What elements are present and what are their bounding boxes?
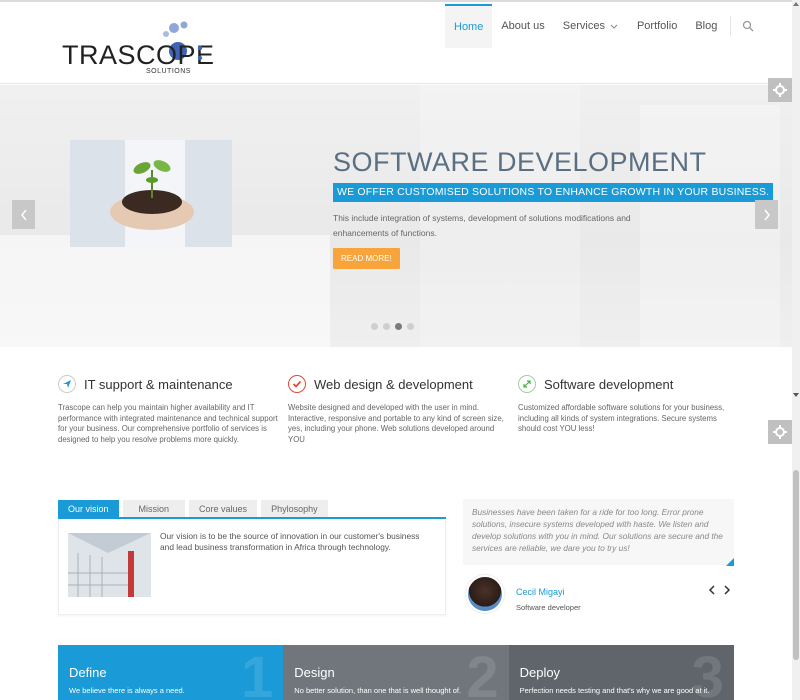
gear-icon: [773, 425, 787, 439]
chevron-right-icon: [724, 585, 731, 595]
nav-divider: [730, 16, 732, 36]
process-steps: 1 Define We believe there is always a ne…: [58, 645, 734, 700]
plant-hands-image: [70, 140, 232, 247]
logo-subtitle: SOLUTIONS: [146, 68, 191, 75]
slider-prev-button[interactable]: [12, 200, 35, 229]
nav-services[interactable]: Services: [554, 4, 628, 48]
settings-gear-button[interactable]: [768, 78, 792, 102]
tab-mission[interactable]: Mission: [122, 500, 186, 517]
nav-about-us[interactable]: About us: [492, 4, 553, 48]
tab-phylosophy[interactable]: Phylosophy: [261, 500, 328, 517]
feature-text: Customized affordable software solutions…: [518, 403, 725, 433]
logo-colon-icon: [197, 45, 203, 61]
slider-dots: [371, 323, 414, 330]
step-define: 1 Define We believe there is always a ne…: [58, 645, 284, 700]
tab-panel: Our vision is to be the source of innova…: [58, 519, 446, 615]
paper-plane-icon: [58, 375, 76, 393]
tab-core-values[interactable]: Core values: [189, 500, 258, 517]
author-role: Software developer: [516, 603, 581, 612]
tab-bar: Our vision Mission Core values Phylosoph…: [58, 500, 446, 519]
avatar: [466, 575, 504, 613]
settings-gear-button-2[interactable]: [768, 420, 792, 444]
feature-title: IT support & maintenance: [84, 376, 233, 392]
slide-description: This include integration of systems, dev…: [333, 213, 631, 238]
testimonial-prev-button[interactable]: [708, 585, 716, 598]
author-name: Cecil Migayi: [516, 587, 565, 597]
testimonial-author: Cecil Migayi Software developer: [466, 575, 734, 617]
chevron-left-icon: [20, 209, 27, 220]
slider-dot-3[interactable]: [395, 323, 402, 330]
search-button[interactable]: [735, 4, 761, 48]
chevron-right-icon: [763, 209, 770, 220]
scroll-up-icon[interactable]: [792, 0, 800, 8]
tab-content-text: Our vision is to be the source of innova…: [160, 531, 420, 552]
feature-software-dev: Software development Customized affordab…: [518, 375, 738, 435]
quote-corner: [726, 558, 734, 566]
feature-web-design: Web design & development Website designe…: [288, 375, 508, 445]
nav-portfolio[interactable]: Portfolio: [628, 4, 686, 48]
step-number: 2: [466, 645, 499, 700]
chevron-down-icon: [610, 24, 618, 29]
logo[interactable]: TRASCOPE SOLUTIONS: [58, 20, 218, 80]
slide-subtitle: WE OFFER CUSTOMISED SOLUTIONS TO ENHANCE…: [333, 183, 774, 202]
gear-icon: [773, 83, 787, 97]
scroll-thumb[interactable]: [793, 470, 799, 660]
feature-text: Trascope can help you maintain higher av…: [58, 403, 278, 444]
slide-title: SOFTWARE DEVELOPMENT: [333, 147, 707, 177]
slider-dot-4[interactable]: [407, 323, 414, 330]
feature-title: Software development: [544, 376, 674, 392]
page-scrollbar[interactable]: [792, 0, 800, 700]
tab-our-vision[interactable]: Our vision: [58, 500, 119, 517]
scroll-down-icon[interactable]: [793, 385, 799, 397]
nav-home[interactable]: Home: [445, 4, 493, 48]
step-design: 2 Design No better solution, than one th…: [283, 645, 509, 700]
arrows-icon: [518, 375, 536, 393]
feature-text: Website designed and developed with the …: [288, 403, 504, 444]
step-number: 3: [691, 645, 724, 700]
step-number: 1: [241, 645, 274, 700]
testimonial-next-button[interactable]: [723, 585, 731, 598]
chevron-left-icon: [708, 585, 715, 595]
nav-services-label: Services: [562, 20, 605, 32]
search-icon: [743, 20, 754, 32]
slider-bg-shape: [0, 235, 330, 347]
site-header: TRASCOPE SOLUTIONS Home About us Service…: [0, 0, 792, 84]
read-more-button[interactable]: READ MORE!: [333, 248, 400, 269]
hero-slider: SOFTWARE DEVELOPMENT WE OFFER CUSTOMISED…: [0, 85, 792, 347]
slider-dot-2[interactable]: [383, 323, 390, 330]
logo-text: TRASCOPE: [62, 40, 215, 70]
about-tabs: Our vision Mission Core values Phylosoph…: [58, 500, 446, 615]
page: TRASCOPE SOLUTIONS Home About us Service…: [0, 0, 800, 700]
building-interior-image: [68, 533, 151, 597]
slider-dot-1[interactable]: [371, 323, 378, 330]
slider-next-button[interactable]: [755, 200, 778, 229]
step-deploy: 3 Deploy Perfection needs testing and th…: [508, 645, 734, 700]
nav-blog[interactable]: Blog: [686, 4, 726, 48]
checkmark-icon: [288, 375, 306, 393]
feature-title: Web design & development: [314, 376, 473, 392]
testimonial-quote: Businesses have been taken for a ride fo…: [463, 499, 734, 566]
main-nav: Home About us Services Portfolio Blog: [445, 4, 761, 48]
testimonial-text: Businesses have been taken for a ride fo…: [472, 507, 723, 553]
feature-it-support: IT support & maintenance Trascope can he…: [58, 375, 278, 445]
